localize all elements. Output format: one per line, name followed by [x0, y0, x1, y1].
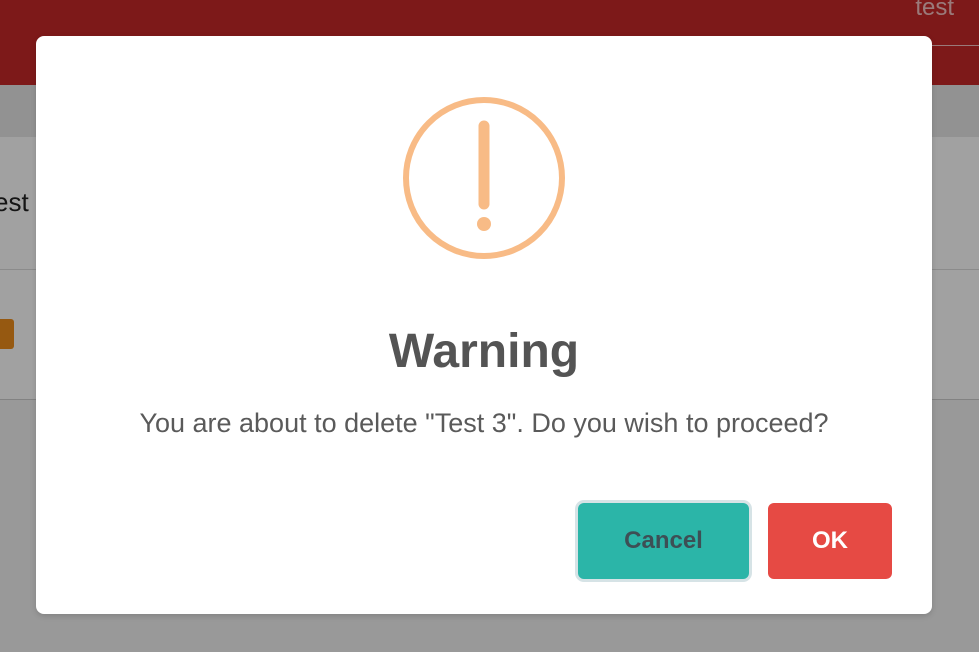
ok-button[interactable]: OK — [768, 503, 892, 579]
exclamation-circle-icon — [403, 97, 565, 259]
dialog-message: You are about to delete "Test 3". Do you… — [139, 408, 829, 438]
page: test est Warning You are about to delete… — [0, 0, 979, 652]
dialog-title: Warning — [388, 325, 580, 378]
cancel-button[interactable]: Cancel — [578, 503, 749, 579]
warning-dialog: Warning You are about to delete "Test 3"… — [36, 36, 932, 614]
